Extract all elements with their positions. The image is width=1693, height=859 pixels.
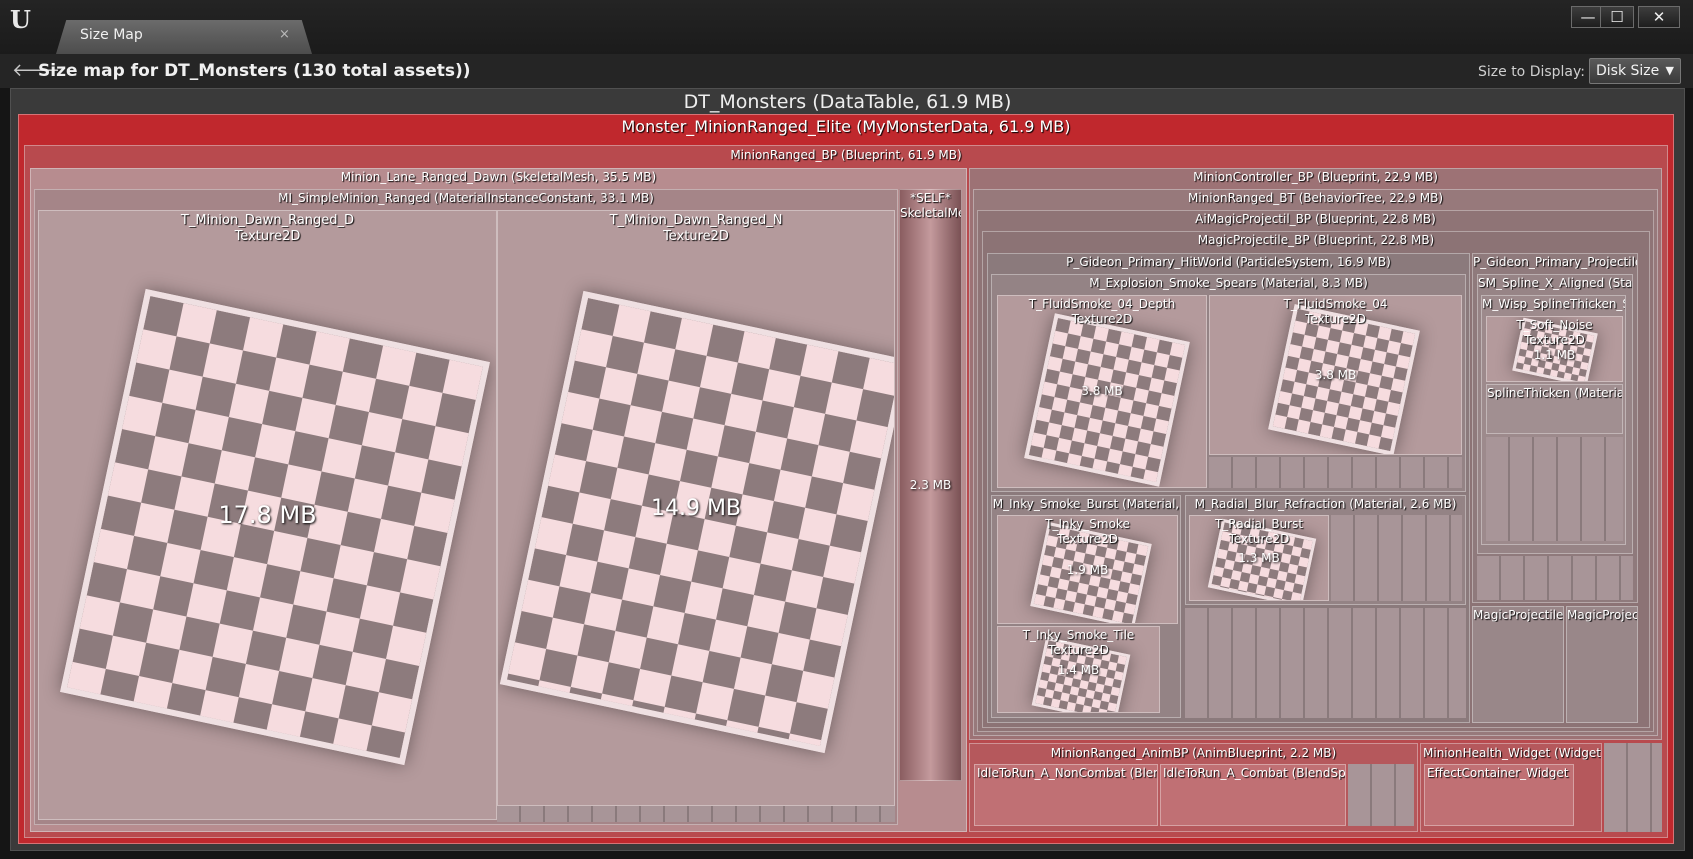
node-type: Texture2D: [1048, 643, 1109, 657]
node-label: P_Gideon_Primary_Projectile: [1473, 255, 1637, 269]
small-assets-grid[interactable]: [1185, 608, 1466, 718]
node-size: 3.8 MB: [1314, 368, 1357, 382]
node-idle-combat[interactable]: IdleToRun_A_Combat (BlendSpa: [1160, 764, 1346, 826]
texture-preview: [1024, 313, 1190, 487]
node-label: MI_SimpleMinion_Ranged (MaterialInstance…: [278, 191, 654, 205]
node-label: *SELF*: [910, 191, 951, 205]
node-inky-smoke-tile[interactable]: T_Inky_Smoke_Tile Texture2D 1.4 MB: [997, 626, 1160, 713]
node-label: MinionRanged_BP (Blueprint, 61.9 MB): [730, 148, 962, 162]
node-label: MagicProjectile: [1473, 608, 1563, 622]
node-type: Texture2D: [1057, 532, 1118, 546]
node-label: MagicProjectile_BP (Blueprint, 22.8 MB): [1197, 233, 1435, 247]
small-assets-grid[interactable]: [1486, 437, 1623, 541]
node-idle-noncombat[interactable]: IdleToRun_A_NonCombat (Blend: [974, 764, 1158, 826]
node-label: MinionController_BP (Blueprint, 22.9 MB): [1193, 170, 1438, 184]
small-assets-grid[interactable]: [1348, 764, 1414, 826]
node-type: Texture2D: [1524, 333, 1585, 347]
node-label: T_Radial_Burst: [1214, 517, 1304, 531]
size-to-display-label: Size to Display:: [1478, 64, 1585, 80]
node-label: SplineThicken (Materia: [1487, 386, 1622, 400]
node-type: Texture2D: [663, 229, 729, 244]
node-label: T_Minion_Dawn_Ranged_D: [180, 213, 355, 228]
node-label: Minion_Lane_Ranged_Dawn (SkeletalMesh, 3…: [340, 170, 657, 184]
node-radial-burst[interactable]: T_Radial_Burst Texture2D 1.3 MB: [1189, 515, 1329, 601]
node-label: IdleToRun_A_Combat (BlendSpa: [1163, 766, 1345, 780]
node-magic-projectile-a[interactable]: MagicProjectile: [1472, 606, 1564, 723]
small-assets-strip[interactable]: [1209, 457, 1462, 488]
treemap-root-label: DT_Monsters (DataTable, 61.9 MB): [683, 91, 1012, 113]
node-label: MagicProjec: [1567, 608, 1637, 622]
node-size: 2.3 MB: [909, 478, 952, 492]
node-type: Texture2D: [1305, 312, 1366, 326]
chevron-down-icon: ▼: [1665, 64, 1674, 77]
node-type: SkeletalMe: [900, 206, 961, 220]
node-label: M_Wisp_SplineThicken_S: [1482, 297, 1625, 311]
node-spline-thicken[interactable]: SplineThicken (Materia: [1486, 384, 1623, 434]
node-size: 1.9 MB: [1066, 563, 1109, 577]
node-type: Texture2D: [1228, 532, 1290, 546]
node-type: Texture2D: [1071, 312, 1133, 326]
node-size: 14.9 MB: [650, 496, 742, 521]
node-label: T_Inky_Smoke_Tile: [1022, 628, 1135, 642]
small-assets-grid[interactable]: [1477, 556, 1633, 600]
node-label: SM_Spline_X_Aligned (Stat: [1478, 276, 1632, 290]
tab-label: Size Map: [80, 27, 143, 43]
node-size: 1.3 MB: [1238, 551, 1280, 565]
node-fluid-smoke-depth[interactable]: T_FluidSmoke_04_Depth Texture2D 3.8 MB: [997, 295, 1207, 488]
maximize-button[interactable]: ☐: [1600, 6, 1634, 28]
node-magic-projectile-b[interactable]: MagicProjec: [1566, 606, 1638, 723]
node-label: P_Gideon_Primary_HitWorld (ParticleSyste…: [1066, 255, 1391, 269]
node-type: Texture2D: [234, 229, 301, 244]
node-label: M_Inky_Smoke_Burst (Material,: [992, 497, 1180, 511]
small-assets-grid[interactable]: [1331, 515, 1462, 601]
node-label: T_Soft_Noise: [1516, 318, 1593, 332]
node-texture-dawn-d[interactable]: T_Minion_Dawn_Ranged_D Texture2D 17.8 MB: [38, 210, 497, 820]
small-assets-strip[interactable]: [497, 806, 895, 822]
node-size: 1.4 MB: [1057, 663, 1100, 677]
node-size: 1.1 MB: [1533, 348, 1576, 362]
node-label: EffectContainer_Widget (W: [1427, 766, 1573, 780]
node-label: T_Minion_Dawn_Ranged_N: [609, 213, 783, 228]
node-label: T_FluidSmoke_04: [1283, 297, 1388, 311]
node-fluid-smoke[interactable]: T_FluidSmoke_04 Texture2D 3.8 MB: [1209, 295, 1462, 455]
node-texture-dawn-n[interactable]: T_Minion_Dawn_Ranged_N Texture2D 14.9 MB: [497, 210, 895, 806]
node-self-skeletal-mesh[interactable]: *SELF* SkeletalMe 2.3 MB: [899, 189, 962, 781]
node-label: MinionHealth_Widget (WidgetB: [1423, 746, 1601, 760]
size-to-display-dropdown[interactable]: Disk Size ▼: [1589, 58, 1681, 84]
tab-close-icon[interactable]: ×: [279, 27, 290, 42]
node-size: 17.8 MB: [218, 501, 317, 529]
node-label: AiMagicProjectil_BP (Blueprint, 22.8 MB): [1195, 212, 1436, 226]
size-to-display-value: Disk Size: [1596, 63, 1660, 79]
node-inky-smoke[interactable]: T_Inky_Smoke Texture2D 1.9 MB: [997, 515, 1178, 624]
unreal-logo-icon: U: [10, 5, 31, 34]
node-label: Monster_MinionRanged_Elite (MyMonsterDat…: [621, 117, 1071, 136]
node-label: T_FluidSmoke_04_Depth: [1028, 297, 1176, 311]
texture-preview: [499, 290, 894, 754]
page-title: Size map for DT_Monsters (130 total asse…: [38, 61, 471, 81]
node-label: T_Inky_Smoke: [1045, 517, 1130, 531]
small-assets-grid[interactable]: [1604, 743, 1662, 832]
node-label: MinionRanged_AnimBP (AnimBlueprint, 2.2 …: [1050, 746, 1337, 760]
node-label: MinionRanged_BT (BehaviorTree, 22.9 MB): [1188, 191, 1443, 205]
node-label: IdleToRun_A_NonCombat (Blend: [977, 766, 1157, 780]
node-label: M_Radial_Blur_Refraction (Material, 2.6 …: [1194, 497, 1457, 511]
node-label: M_Explosion_Smoke_Spears (Material, 8.3 …: [1089, 276, 1368, 290]
node-size: 3.8 MB: [1081, 384, 1123, 398]
node-soft-noise[interactable]: T_Soft_Noise Texture2D 1.1 MB: [1486, 316, 1623, 382]
close-button[interactable]: ✕: [1638, 6, 1680, 28]
node-effect-container-widget[interactable]: EffectContainer_Widget (W: [1424, 764, 1574, 826]
